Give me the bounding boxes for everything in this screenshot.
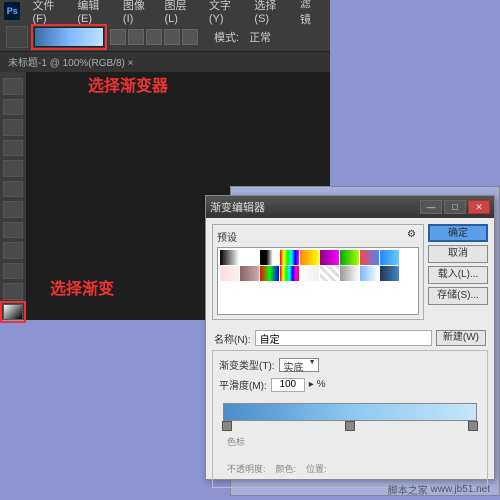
stops-controls: 色标 <box>223 435 477 448</box>
move-tool[interactable] <box>3 78 23 95</box>
tools-panel <box>0 72 26 320</box>
watermark-url: www.jb51.net <box>431 484 490 495</box>
preset-swatch[interactable] <box>320 266 339 281</box>
angle-gradient-icon[interactable] <box>146 29 162 45</box>
load-button[interactable]: 载入(L)... <box>428 266 488 284</box>
eyedropper-tool[interactable] <box>3 181 23 198</box>
save-button[interactable]: 存储(S)... <box>428 287 488 305</box>
brush-tool[interactable] <box>3 222 23 239</box>
preset-swatch[interactable] <box>340 250 359 265</box>
preset-swatch[interactable] <box>380 250 399 265</box>
menu-filter[interactable]: 滤镜 <box>294 0 326 27</box>
window-buttons: — □ ✕ <box>420 200 490 214</box>
dialog-title: 渐变编辑器 <box>210 199 265 215</box>
minimize-icon[interactable]: — <box>420 200 442 214</box>
name-row: 名称(N): 新建(W) <box>206 326 494 350</box>
color-label: 颜色: <box>276 462 297 475</box>
type-label: 渐变类型(T): <box>219 357 275 372</box>
document-tab[interactable]: 未标题-1 @ 100%(RGB/8) × <box>0 52 330 72</box>
preset-swatch[interactable] <box>360 250 379 265</box>
gradient-editor-dialog: 渐变编辑器 — □ ✕ 预设 ⚙ 确定 取消 载入(L)... 存储(S)...… <box>205 195 495 480</box>
close-icon[interactable]: ✕ <box>468 200 490 214</box>
type-select[interactable]: 实底 <box>279 358 319 372</box>
color-stop-mid[interactable] <box>345 421 355 431</box>
preset-swatch[interactable] <box>280 250 299 265</box>
radial-gradient-icon[interactable] <box>128 29 144 45</box>
preset-swatch[interactable] <box>320 250 339 265</box>
diamond-gradient-icon[interactable] <box>182 29 198 45</box>
new-button[interactable]: 新建(W) <box>436 330 486 346</box>
annotation-gradient-editor: 选择渐变器 <box>88 72 168 96</box>
preset-swatch[interactable] <box>340 266 359 281</box>
preset-swatch[interactable] <box>300 250 319 265</box>
stops-section-label: 色标 <box>227 435 245 448</box>
lasso-tool[interactable] <box>3 119 23 136</box>
wand-tool[interactable] <box>3 140 23 157</box>
gradient-bar-area: 色标 不透明度: 颜色: 位置: <box>219 397 481 481</box>
smooth-unit: ▸ % <box>309 379 326 390</box>
gradient-preview[interactable] <box>34 27 104 47</box>
opacity-label: 不透明度: <box>227 462 266 475</box>
watermark-site: 脚本之家 <box>388 482 428 497</box>
preset-swatch[interactable] <box>300 266 319 281</box>
preset-section: 预设 ⚙ <box>212 224 424 320</box>
menu-edit[interactable]: 编辑(E) <box>71 0 117 25</box>
gradient-bar[interactable] <box>223 403 477 421</box>
dialog-buttons: 确定 取消 载入(L)... 存储(S)... <box>428 224 488 320</box>
position-label: 位置: <box>306 462 327 475</box>
gear-icon[interactable]: ⚙ <box>407 229 419 241</box>
maximize-icon[interactable]: □ <box>444 200 466 214</box>
menu-select[interactable]: 选择(S) <box>248 0 294 25</box>
preset-swatch[interactable] <box>220 250 239 265</box>
preset-swatch[interactable] <box>360 266 379 281</box>
preset-swatch[interactable] <box>240 250 259 265</box>
menubar: Ps 文件(F) 编辑(E) 图像(I) 图层(L) 文字(Y) 选择(S) 滤… <box>0 0 330 22</box>
preset-swatches <box>217 247 419 315</box>
gradient-settings: 渐变类型(T): 实底 平滑度(M): ▸ % 色标 不透明度: 颜色: 位置: <box>212 350 488 488</box>
preset-swatch[interactable] <box>380 266 399 281</box>
history-brush-tool[interactable] <box>3 263 23 280</box>
menu-type[interactable]: 文字(Y) <box>203 0 249 25</box>
heal-tool[interactable] <box>3 201 23 218</box>
ok-button[interactable]: 确定 <box>428 224 488 242</box>
gradient-tool[interactable] <box>3 304 23 321</box>
preset-swatch[interactable] <box>280 266 299 281</box>
tool-preset-button[interactable] <box>6 26 28 48</box>
color-stop-left[interactable] <box>222 421 232 431</box>
marquee-tool[interactable] <box>3 99 23 116</box>
eraser-tool[interactable] <box>3 283 23 300</box>
stamp-tool[interactable] <box>3 242 23 259</box>
preset-swatch[interactable] <box>260 250 279 265</box>
preset-swatch[interactable] <box>260 266 279 281</box>
color-stop-right[interactable] <box>468 421 478 431</box>
dialog-titlebar[interactable]: 渐变编辑器 — □ ✕ <box>206 196 494 218</box>
ps-logo-icon: Ps <box>4 2 20 20</box>
smooth-input[interactable] <box>271 378 305 392</box>
name-label: 名称(N): <box>214 331 251 346</box>
preset-swatch[interactable] <box>220 266 239 281</box>
mode-value[interactable]: 正常 <box>249 29 271 45</box>
mode-label: 模式: <box>214 29 239 45</box>
watermark: 脚本之家 www.jb51.net <box>210 482 490 496</box>
menu-image[interactable]: 图像(I) <box>117 0 159 25</box>
crop-tool[interactable] <box>3 160 23 177</box>
options-bar: 模式: 正常 <box>0 22 330 52</box>
preset-label: 预设 <box>217 229 237 244</box>
reflected-gradient-icon[interactable] <box>164 29 180 45</box>
smooth-label: 平滑度(M): <box>219 377 267 392</box>
linear-gradient-icon[interactable] <box>110 29 126 45</box>
gradient-type-icons <box>110 29 198 45</box>
menu-file[interactable]: 文件(F) <box>26 0 71 25</box>
preset-swatch[interactable] <box>240 266 259 281</box>
name-input[interactable] <box>255 330 432 346</box>
annotation-gradient-tool: 选择渐变 <box>50 275 114 299</box>
cancel-button[interactable]: 取消 <box>428 245 488 263</box>
menu-layer[interactable]: 图层(L) <box>159 0 203 25</box>
